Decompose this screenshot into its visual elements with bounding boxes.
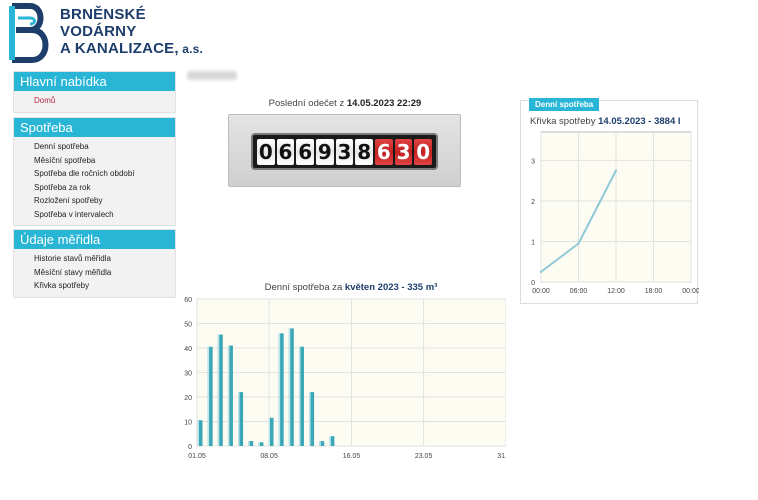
bar-highlight: [258, 442, 260, 446]
meter-digit: 9: [316, 138, 334, 165]
meter-digit: 3: [335, 138, 354, 165]
consumption-menu: Spotřeba Denní spotřeba Měsíční spotřeba…: [13, 117, 176, 226]
bar-highlight: [278, 333, 281, 446]
menu-item-monthly-meter-states[interactable]: Měsíční stavy měřidla: [34, 266, 175, 280]
menu-heading: Hlavní nabídka: [14, 72, 175, 91]
bar-highlight: [238, 392, 240, 446]
x-tick-label: 01.05: [188, 453, 206, 460]
logo-b-mark: [9, 3, 49, 63]
x-tick-label: 06:00: [570, 288, 588, 295]
company-logo[interactable]: BRNĚNSKÉ VODÁRNY A KANALIZACE, a.s.: [6, 2, 226, 66]
meter-digit: 8: [355, 138, 374, 165]
y-tick-label: 0: [531, 280, 535, 287]
bar-highlight: [217, 334, 220, 446]
y-tick-label: 60: [184, 297, 192, 304]
x-tick-label: 12:00: [607, 288, 625, 295]
x-tick-label: 18:00: [645, 288, 663, 295]
data-point: [614, 169, 618, 172]
menu-item-seasonal-consumption[interactable]: Spotřeba dle ročních období: [34, 167, 175, 181]
menu-item-meter-history[interactable]: Historie stavů měřidla: [34, 252, 175, 266]
menu-heading: Údaje měřidla: [14, 230, 175, 249]
bar-highlight: [309, 392, 311, 446]
bar-highlight: [329, 436, 331, 446]
bar-highlight: [207, 346, 210, 446]
y-tick-label: 1: [531, 239, 535, 246]
x-tick-label: 31.05: [497, 453, 506, 460]
bar-highlight: [248, 441, 250, 446]
main-menu: Hlavní nabídka Domů: [13, 71, 176, 113]
bar-highlight: [319, 441, 321, 446]
bar-highlight: [197, 420, 199, 446]
menu-item-yearly-consumption[interactable]: Spotřeba za rok: [34, 181, 175, 195]
data-point: [539, 270, 543, 274]
y-tick-label: 20: [184, 395, 192, 402]
water-meter-display: 0 6 6 9 3 8 6 3 0: [228, 114, 461, 187]
x-tick-label: 16.05: [343, 453, 361, 460]
y-tick-label: 50: [184, 322, 192, 329]
y-tick-label: 10: [184, 420, 192, 427]
logo-text: BRNĚNSKÉ VODÁRNY A KANALIZACE, a.s.: [60, 6, 204, 57]
consumption-curve-chart: 0 1 2 3 00:00 06:00 12:00 18:00 00:00: [531, 131, 699, 295]
daily-consumption-bar-chart: 0 10 20 30 40 50 60 01.05 08.05 16.05 23.05 31.05: [184, 297, 506, 460]
daily-consumption-panel: Denní spotřeba Křivka spotřeby 14.05.202…: [520, 98, 699, 304]
bar-highlight: [268, 417, 271, 446]
y-tick-label: 30: [184, 371, 192, 378]
meter-digit: 0: [256, 138, 275, 165]
x-tick-label: 00:00: [532, 288, 550, 295]
meter-digit: 6: [296, 138, 314, 165]
menu-item-daily-consumption[interactable]: Denní spotřeba: [34, 140, 175, 154]
y-tick-label: 0: [188, 444, 192, 451]
blurred-username: [187, 71, 237, 80]
data-point: [577, 242, 580, 245]
meter-digit-decimal: 3: [394, 138, 413, 165]
bar-highlight: [298, 346, 301, 446]
menu-item-home[interactable]: Domů: [34, 94, 175, 108]
menu-item-monthly-consumption[interactable]: Měsíční spotřeba: [34, 154, 175, 168]
menu-item-consumption-distribution[interactable]: Rozložení spotřeby: [34, 194, 175, 208]
menu-item-consumption-intervals[interactable]: Spotřeba v intervalech: [34, 208, 175, 222]
x-tick-label: 00:00: [682, 288, 699, 295]
meter-digit-decimal: 6: [375, 138, 393, 165]
meter-digit-decimal: 0: [414, 138, 433, 165]
menu-heading: Spotřeba: [14, 118, 175, 137]
y-tick-label: 2: [531, 199, 535, 206]
meter-digit: 6: [276, 138, 295, 165]
meter-data-menu: Údaje měřidla Historie stavů měřidla Měs…: [13, 229, 176, 298]
x-tick-label: 08.05: [260, 453, 278, 460]
last-reading-caption: Poslední odečet z 14.05.2023 22:29: [268, 98, 422, 109]
menu-item-consumption-curve[interactable]: Křivka spotřeby: [34, 279, 175, 293]
y-tick-label: 40: [184, 346, 192, 353]
x-tick-label: 23.05: [415, 453, 433, 460]
bar-highlight: [288, 328, 291, 446]
bar-highlight: [227, 345, 230, 446]
meter-counter: 0 6 6 9 3 8 6 3 0: [251, 133, 438, 170]
y-tick-label: 3: [531, 158, 535, 165]
